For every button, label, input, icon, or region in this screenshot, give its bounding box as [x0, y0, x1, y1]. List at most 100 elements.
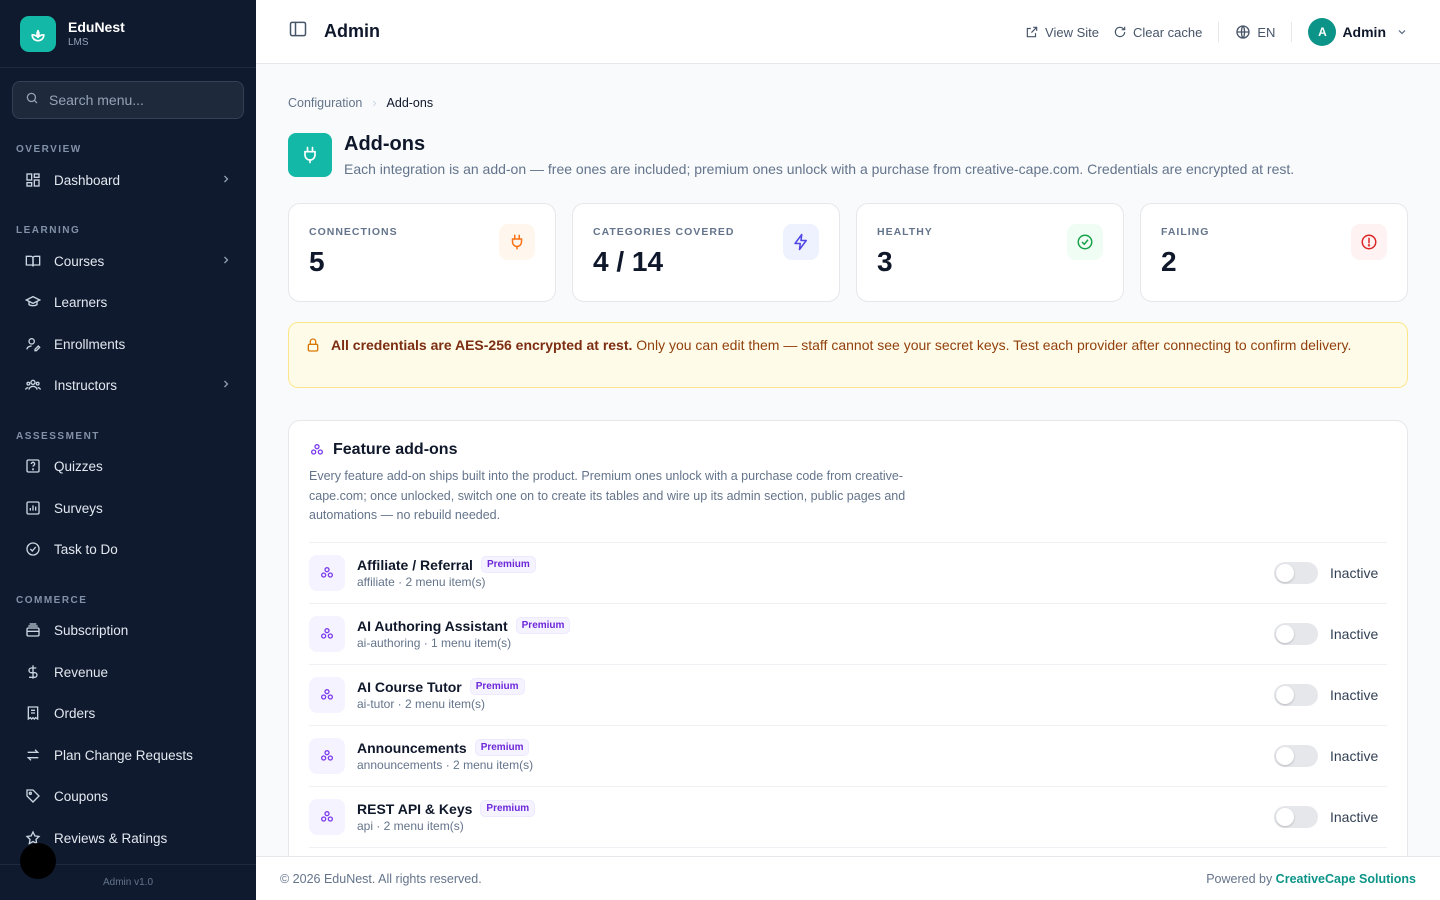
sidebar-item-subscription[interactable]: Subscription [12, 613, 244, 647]
addon-toggle[interactable] [1274, 561, 1318, 584]
section-assessment: ASSESSMENT [16, 431, 100, 442]
page-title: Add-ons [344, 133, 426, 155]
addon-cluster-icon [309, 676, 345, 713]
language-label: EN [1257, 24, 1276, 40]
user-edit-icon [24, 335, 42, 353]
addon-toggle[interactable] [1274, 805, 1318, 828]
tag-icon [24, 787, 42, 805]
globe-icon [1236, 25, 1251, 39]
floating-action-button[interactable] [20, 843, 56, 879]
avatar: A [1308, 18, 1337, 46]
search-box[interactable] [12, 81, 244, 119]
language-switcher[interactable]: EN [1235, 24, 1275, 40]
sidebar-item-label: Surveys [54, 500, 103, 516]
list-item: REST API & Keys Premium api · 2 menu item… [309, 787, 1387, 848]
header-divider [1291, 22, 1293, 42]
breadcrumb-current: Add-ons [386, 96, 434, 110]
premium-badge: Premium [480, 556, 536, 573]
swap-icon [24, 746, 42, 764]
top-header: Admin View Site Clear cache EN A Admin [256, 0, 1440, 64]
brand[interactable]: EduNest LMS [0, 0, 256, 68]
sidebar-item-quizzes[interactable]: Quizzes [12, 449, 244, 483]
addon-cluster-icon [311, 444, 323, 455]
addon-slug: ai-authoring · 1 menu item(s) [357, 636, 512, 650]
clear-cache-label: Clear cache [1133, 24, 1203, 40]
powered-by-link[interactable]: CreativeCape Solutions [1276, 872, 1416, 886]
sidebar-item-instructors[interactable]: Instructors [12, 368, 244, 402]
sidebar-item-enrollments[interactable]: Enrollments [12, 327, 244, 361]
header-divider [1218, 22, 1220, 42]
sidebar-item-orders[interactable]: Orders [12, 696, 244, 730]
addon-slug: affiliate · 2 menu item(s) [357, 575, 486, 589]
powered-by: Powered by CreativeCape Solutions [1206, 872, 1416, 886]
sidebar-item-label: Dashboard [54, 172, 121, 188]
list-item: AI Course Tutor Premium ai-tutor · 2 menu… [309, 665, 1387, 726]
alert-circle-icon [1351, 224, 1387, 260]
check-circle-icon [24, 540, 42, 558]
sidebar-item-label: Task to Do [54, 541, 118, 557]
sidebar-item-dashboard[interactable]: Dashboard [12, 163, 244, 197]
stat-card-healthy: HEALTHY 3 [856, 203, 1124, 302]
addon-status: Inactive [1330, 747, 1379, 764]
plug-icon [288, 133, 332, 177]
user-menu[interactable]: A Admin [1308, 18, 1408, 46]
addon-status: Inactive [1330, 808, 1379, 825]
stats-row: CONNECTIONS 5 CATEGORIES COVERED 4 / 14 … [288, 203, 1408, 302]
premium-badge: Premium [515, 617, 571, 634]
main-content: Configuration › Add-ons Add-ons Each int… [256, 64, 1440, 880]
addon-status: Inactive [1330, 564, 1379, 581]
sidebar-item-label: Learners [54, 294, 108, 310]
sidebar-item-label: Courses [54, 253, 105, 269]
section-learning: LEARNING [16, 225, 81, 236]
sidebar-item-coupons[interactable]: Coupons [12, 779, 244, 813]
addon-cluster-icon [309, 798, 345, 835]
sidebar-item-label: Revenue [54, 664, 109, 680]
notice-strong: All credentials are AES-256 encrypted at… [331, 337, 633, 353]
addon-cluster-icon [309, 615, 345, 652]
breadcrumb-chevron-icon: › [372, 96, 377, 110]
sidebar-item-label: Coupons [54, 788, 109, 804]
breadcrumb-parent[interactable]: Configuration [288, 96, 362, 110]
dashboard-icon [24, 171, 42, 189]
view-site-link[interactable]: View Site [1025, 25, 1099, 40]
header-title: Admin [324, 21, 380, 41]
addon-slug: api · 2 menu item(s) [357, 819, 464, 833]
sidebar-item-label: Reviews & Ratings [54, 830, 168, 846]
stat-card-failing: FAILING 2 [1140, 203, 1408, 302]
sidebar-item-label: Quizzes [54, 458, 103, 474]
sidebar-item-surveys[interactable]: Surveys [12, 491, 244, 525]
brand-name: EduNest [68, 18, 125, 35]
book-icon [24, 252, 42, 270]
chart-icon [24, 499, 42, 517]
addon-toggle[interactable] [1274, 744, 1318, 767]
plug-icon [499, 224, 535, 260]
brand-sub: LMS [68, 36, 89, 48]
search-icon [25, 91, 39, 110]
feature-addons-panel: Feature add-ons Every feature add-on shi… [288, 420, 1408, 880]
chevron-right-icon [220, 378, 232, 393]
page-description: Each integration is an add-on — free one… [344, 161, 1295, 177]
page-header: Add-ons Each integration is an add-on — … [288, 133, 1294, 177]
addon-status: Inactive [1330, 686, 1379, 703]
sidebar-toggle-icon[interactable] [288, 19, 308, 44]
breadcrumb: Configuration › Add-ons [288, 96, 433, 110]
chevron-right-icon [220, 254, 232, 269]
check-circle-icon [1067, 224, 1103, 260]
addon-name: REST API & Keys [357, 800, 473, 817]
addon-slug: announcements · 2 menu item(s) [357, 758, 534, 772]
chevron-right-icon [220, 173, 232, 188]
sidebar-item-revenue[interactable]: Revenue [12, 655, 244, 689]
sidebar-item-plan-change-requests[interactable]: Plan Change Requests [12, 738, 244, 772]
sidebar-item-task-to-do[interactable]: Task to Do [12, 532, 244, 566]
addon-toggle[interactable] [1274, 622, 1318, 645]
search-input[interactable] [49, 92, 229, 108]
clear-cache-button[interactable]: Clear cache [1113, 25, 1202, 40]
addon-toggle[interactable] [1274, 683, 1318, 706]
sidebar-item-learners[interactable]: Learners [12, 285, 244, 319]
sidebar-item-label: Plan Change Requests [54, 747, 193, 763]
sidebar-item-courses[interactable]: Courses [12, 244, 244, 278]
graduation-cap-icon [24, 293, 42, 311]
lock-icon [305, 337, 321, 358]
receipt-icon [24, 704, 42, 722]
powered-prefix: Powered by [1206, 871, 1276, 886]
